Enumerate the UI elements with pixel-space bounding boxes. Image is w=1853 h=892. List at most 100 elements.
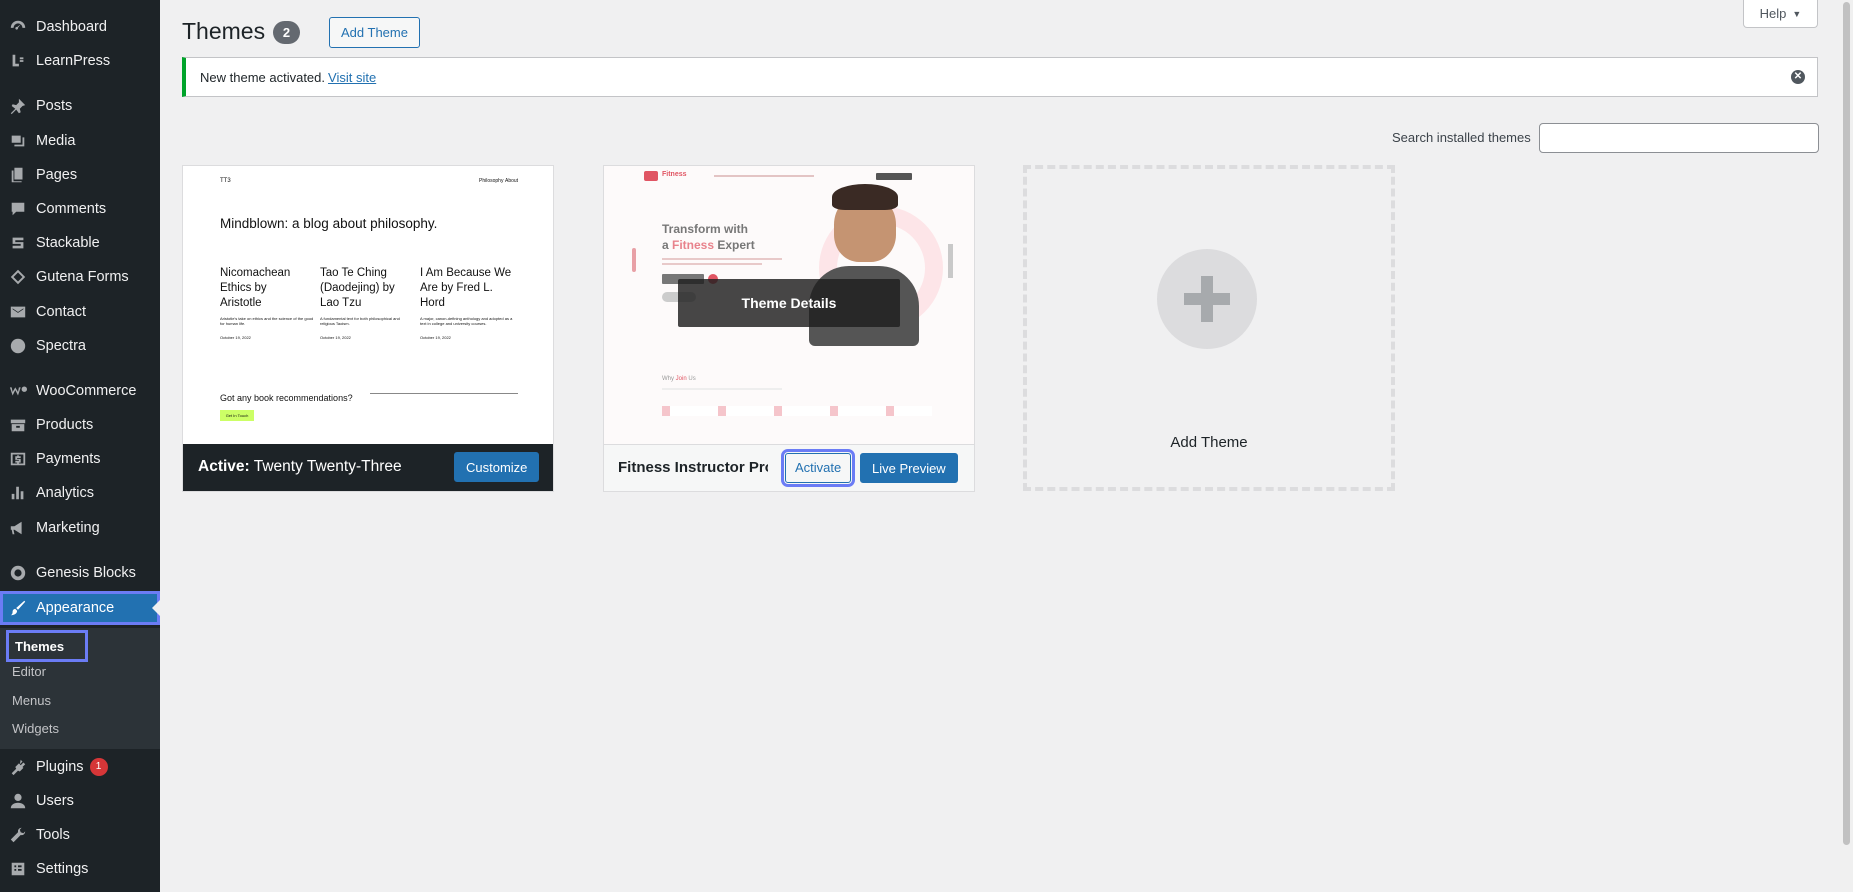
success-notice: New theme activated. Visit site ✕	[182, 57, 1818, 97]
preview-person-hair	[832, 184, 898, 210]
sidebar-item-label: Products	[36, 417, 94, 433]
sidebar-item-label: Appearance	[36, 600, 115, 616]
preview-slider-dots	[632, 248, 636, 272]
woocommerce-icon	[0, 382, 36, 400]
sidebar-item-media[interactable]: Media	[0, 124, 160, 158]
preview-post-date: October 19, 2022	[320, 335, 351, 340]
add-new-theme-card[interactable]: Add Theme	[1023, 165, 1395, 491]
sidebar-item-users[interactable]: Users	[0, 784, 160, 818]
sidebar-item-contact[interactable]: Contact	[0, 295, 160, 329]
plugin-update-badge: 1	[89, 758, 108, 776]
preview-nav-button	[876, 173, 912, 180]
search-label: Search installed themes	[1392, 130, 1531, 145]
settings-icon	[0, 860, 36, 878]
preview-post-excerpt: A fundamental text for both philosophica…	[320, 316, 400, 326]
archive-icon	[0, 416, 36, 434]
sidebar-item-label: Dashboard	[36, 19, 107, 35]
sidebar-item-posts[interactable]: Posts	[0, 89, 160, 123]
sidebar-item-dashboard[interactable]: Dashboard	[0, 10, 160, 44]
sidebar-item-gutena-forms[interactable]: Gutena Forms	[0, 260, 160, 294]
theme-name-text: Twenty Twenty-Three	[253, 458, 402, 475]
sidebar-item-label: Users	[36, 793, 74, 809]
sidebar-item-woocommerce[interactable]: WooCommerce	[0, 374, 160, 408]
dashboard-icon	[0, 18, 36, 36]
preview-hero-text	[662, 258, 782, 260]
sidebar-item-appearance[interactable]: Appearance	[0, 591, 160, 625]
sidebar-item-label: Genesis Blocks	[36, 565, 136, 581]
preview-post-excerpt: Aristotle's take on ethics and the scien…	[220, 316, 314, 326]
pushpin-icon	[0, 97, 36, 115]
hero-text-c: Expert	[714, 238, 755, 252]
sidebar-item-marketing[interactable]: Marketing	[0, 511, 160, 545]
help-label: Help	[1759, 6, 1787, 21]
sidebar-item-genesis-blocks[interactable]: Genesis Blocks	[0, 556, 160, 590]
theme-card-fitness-instructor-pro[interactable]: Fitness Transform with a Fitness Expert …	[603, 165, 975, 492]
comment-icon	[0, 200, 36, 218]
section-highlight: Join	[675, 376, 687, 382]
sidebar-item-tools[interactable]: Tools	[0, 818, 160, 852]
preview-post-excerpt: A major, canon-defining anthology and ad…	[420, 316, 513, 326]
activate-button[interactable]: Activate	[780, 449, 856, 487]
theme-name: Active: Twenty Twenty-Three	[198, 458, 402, 476]
sidebar-item-analytics[interactable]: Analytics	[0, 476, 160, 510]
scrollbar-thumb[interactable]	[1843, 2, 1850, 845]
preview-section-text	[662, 388, 782, 390]
sidebar-item-label: Payments	[36, 451, 101, 467]
hero-text-a: a	[662, 238, 673, 252]
sidebar-item-pages[interactable]: Pages	[0, 158, 160, 192]
sidebar-item-label: Marketing	[36, 520, 100, 536]
search-input[interactable]	[1539, 123, 1819, 153]
stackable-icon	[0, 234, 36, 252]
hero-text-highlight: Fitness	[672, 238, 715, 252]
theme-details-overlay[interactable]: Theme Details	[678, 279, 900, 327]
sidebar-item-stackable[interactable]: Stackable	[0, 226, 160, 260]
preview-nav	[714, 175, 814, 177]
page-title: Themes	[182, 18, 266, 44]
visit-site-link[interactable]: Visit site	[328, 70, 376, 85]
preview-post-title: Nicomachean Ethics by Aristotle	[220, 267, 291, 309]
submenu-widgets[interactable]: Widgets	[12, 721, 59, 736]
submenu-themes[interactable]: Themes	[6, 630, 88, 662]
admin-sidebar: Dashboard LearnPress Posts Media Pages C…	[0, 0, 160, 892]
add-theme-button[interactable]: Add Theme	[329, 17, 420, 48]
appearance-submenu: Themes Editor Menus Widgets	[0, 628, 160, 749]
sidebar-item-label: Media	[36, 133, 76, 149]
sidebar-item-plugins[interactable]: Plugins 1	[0, 750, 160, 784]
sidebar-item-label: Analytics	[36, 485, 95, 501]
theme-screenshot[interactable]: Fitness Transform with a Fitness Expert …	[604, 166, 974, 444]
sidebar-item-learnpress[interactable]: LearnPress	[0, 44, 160, 78]
customize-button[interactable]: Customize	[454, 452, 540, 482]
plus-icon	[1157, 249, 1257, 349]
sidebar-item-label: Gutena Forms	[36, 269, 129, 285]
preview-hero-line2: a Fitness Expert	[662, 238, 755, 252]
preview-post-date: October 19, 2022	[220, 335, 251, 340]
preview-nav-about: About	[505, 178, 519, 184]
preview-logo: TT3	[220, 178, 231, 184]
dismiss-icon[interactable]: ✕	[1791, 70, 1805, 84]
active-prefix: Active:	[198, 458, 250, 475]
theme-count-badge: 2	[273, 21, 300, 44]
preview-nav-philosophy: Philosophy	[479, 178, 504, 184]
theme-footer: Fitness Instructor Pro Activate Live Pre…	[604, 444, 974, 491]
live-preview-button[interactable]: Live Preview	[860, 453, 958, 483]
theme-card-twentytwentythree[interactable]: TT3 Philosophy About Mindblown: a blog a…	[182, 165, 554, 492]
sidebar-item-comments[interactable]: Comments	[0, 192, 160, 226]
scrollbar[interactable]	[1840, 0, 1853, 892]
current-arrow	[152, 600, 160, 616]
sidebar-item-spectra[interactable]: Spectra	[0, 329, 160, 363]
submenu-menus[interactable]: Menus	[12, 693, 51, 708]
sidebar-item-label: Pages	[36, 167, 78, 183]
submenu-editor[interactable]: Editor	[12, 664, 46, 679]
help-button[interactable]: Help ▼	[1743, 0, 1818, 28]
preview-brand-logo	[644, 171, 658, 181]
sidebar-item-products[interactable]: Products	[0, 408, 160, 442]
sidebar-item-label: Stackable	[36, 235, 100, 251]
plugin-icon	[0, 758, 36, 776]
sidebar-item-payments[interactable]: Payments	[0, 442, 160, 476]
section-text: Why	[662, 376, 676, 382]
sidebar-item-label: Settings	[36, 861, 89, 877]
sidebar-item-settings[interactable]: Settings	[0, 852, 160, 886]
theme-screenshot[interactable]: TT3 Philosophy About Mindblown: a blog a…	[183, 166, 553, 444]
sidebar-item-label: Plugins	[36, 759, 84, 775]
preview-post-title: I Am Because We Are by Fred L. Hord	[420, 267, 512, 309]
